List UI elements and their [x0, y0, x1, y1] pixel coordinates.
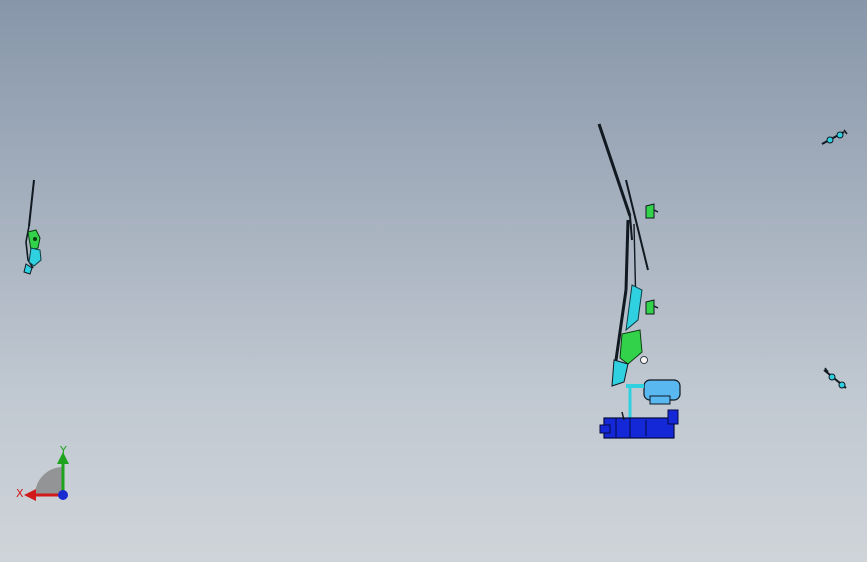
fastener-right-middle[interactable] — [820, 364, 852, 394]
graphics-viewport[interactable]: X Y — [0, 0, 867, 562]
fastener-top-right[interactable] — [818, 126, 850, 152]
y-axis-label: Y — [60, 444, 67, 457]
assembly-left[interactable] — [16, 176, 50, 280]
coordinate-triad: X Y — [12, 440, 82, 510]
assembly-main[interactable] — [596, 120, 686, 445]
x-axis-label: X — [16, 487, 24, 500]
